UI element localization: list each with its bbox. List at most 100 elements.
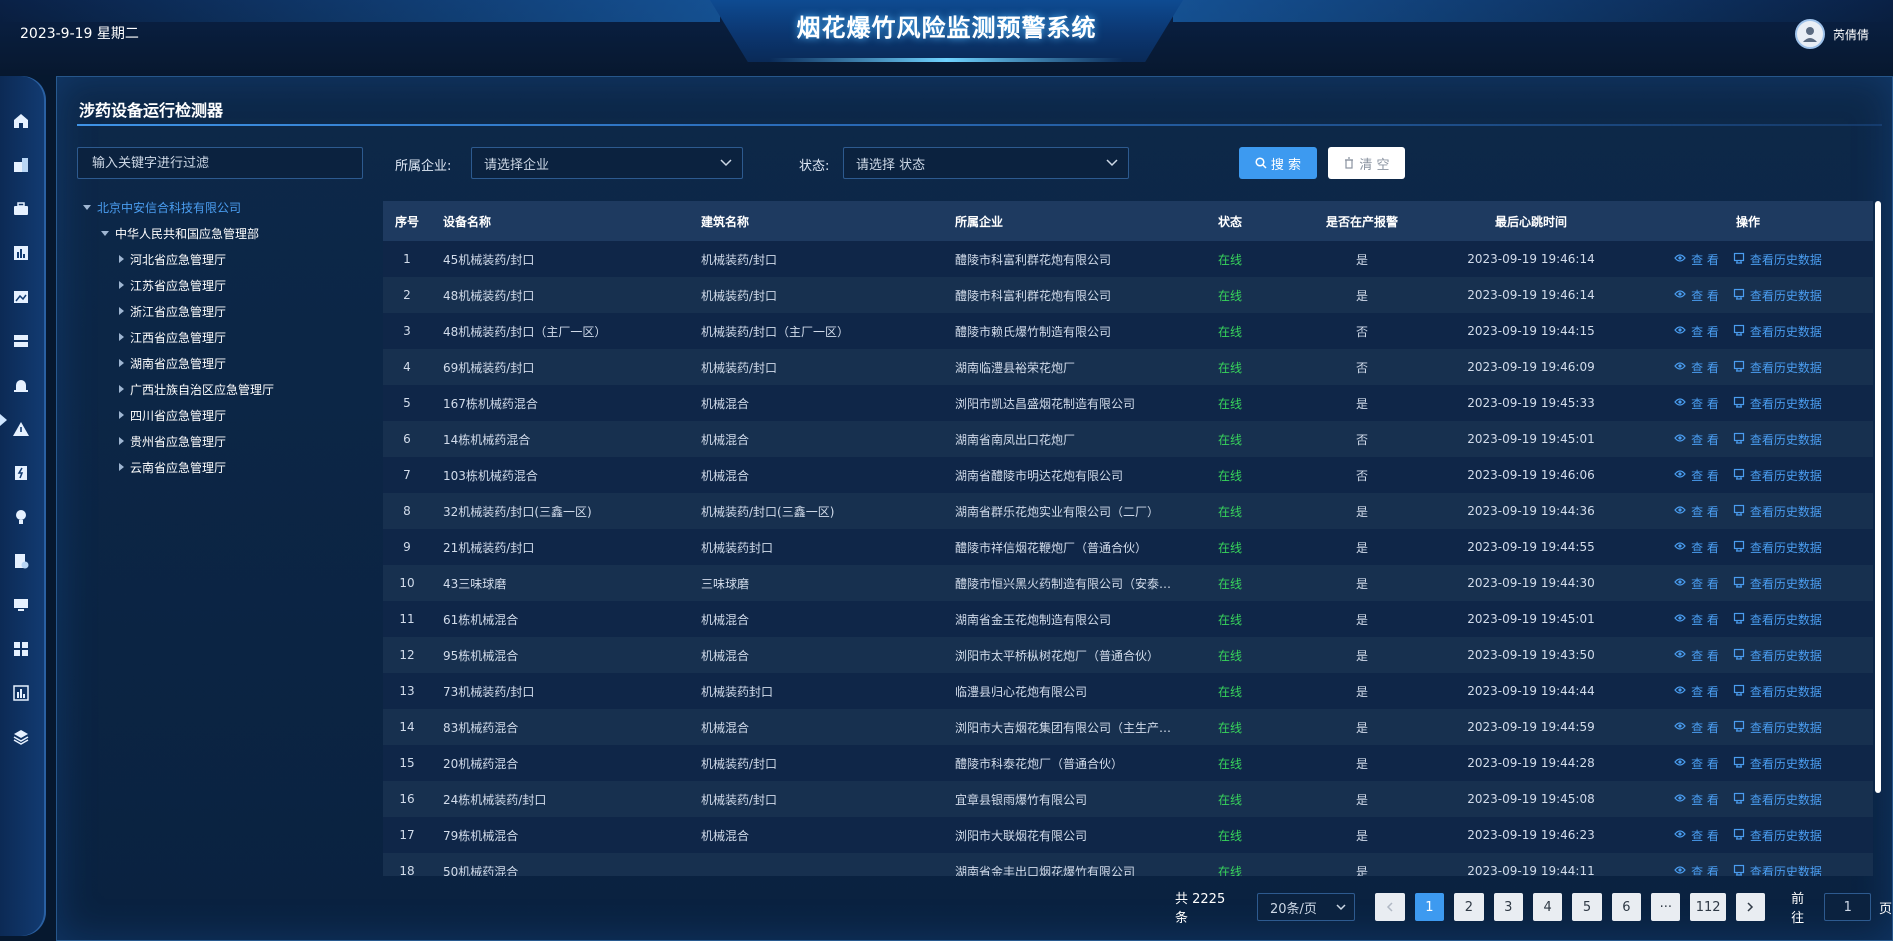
history-link[interactable]: 查看历史数据 — [1733, 755, 1822, 772]
history-link-label: 查看历史数据 — [1749, 360, 1822, 375]
tree-node-level1[interactable]: 中华人民共和国应急管理部 — [101, 223, 259, 243]
view-link[interactable]: 查 看 — [1674, 791, 1719, 808]
history-link[interactable]: 查看历史数据 — [1733, 647, 1822, 664]
home-icon[interactable] — [12, 112, 30, 130]
page-button[interactable]: 4 — [1532, 893, 1563, 921]
view-link[interactable]: 查 看 — [1674, 611, 1719, 628]
caret-right-icon[interactable] — [119, 463, 124, 471]
history-link[interactable]: 查看历史数据 — [1733, 863, 1822, 876]
page-button[interactable]: 1 — [1414, 893, 1445, 921]
avatar[interactable] — [1794, 19, 1825, 49]
view-link[interactable]: 查 看 — [1674, 503, 1719, 520]
page-ellipsis-button[interactable]: ··· — [1651, 893, 1681, 921]
view-link[interactable]: 查 看 — [1674, 431, 1719, 448]
grid-icon[interactable] — [12, 640, 30, 658]
tree-node-child[interactable]: 河北省应急管理厅 — [119, 249, 226, 269]
caret-right-icon[interactable] — [119, 437, 124, 445]
warning-icon[interactable] — [12, 420, 30, 438]
page-button[interactable]: 112 — [1690, 893, 1726, 921]
view-link[interactable]: 查 看 — [1674, 719, 1719, 736]
history-link[interactable]: 查看历史数据 — [1733, 395, 1822, 412]
table-row: 17 79栋机械混合 机械混合 浏阳市大联烟花有限公司 在线 是 2023-09-19 19… — [383, 817, 1873, 853]
tree-node-child[interactable]: 云南省应急管理厅 — [119, 457, 226, 477]
caret-right-icon[interactable] — [119, 281, 124, 289]
history-link[interactable]: 查看历史数据 — [1733, 359, 1822, 376]
history-link[interactable]: 查看历史数据 — [1733, 503, 1822, 520]
page-button[interactable]: 2 — [1454, 893, 1484, 921]
caret-right-icon[interactable] — [119, 385, 124, 393]
view-link[interactable]: 查 看 — [1674, 359, 1719, 376]
cell-enterprise: 醴陵市赖氏爆竹制造有限公司 — [955, 324, 1112, 339]
clear-button[interactable]: 清 空 — [1328, 147, 1405, 179]
page-button[interactable]: 3 — [1493, 893, 1523, 921]
caret-right-icon[interactable] — [119, 255, 124, 263]
cell-building-name: 机械装药/封口 — [701, 756, 778, 771]
tree-filter-input[interactable] — [77, 147, 363, 179]
view-link[interactable]: 查 看 — [1674, 755, 1719, 772]
view-link[interactable]: 查 看 — [1674, 539, 1719, 556]
tree-node-child[interactable]: 贵州省应急管理厅 — [119, 431, 226, 451]
table-scrollbar[interactable] — [1875, 201, 1881, 793]
view-link[interactable]: 查 看 — [1674, 395, 1719, 412]
cell-status: 在线 — [1217, 828, 1242, 843]
cell-actions: 查 看 查看历史数据 — [1623, 359, 1873, 376]
view-link[interactable]: 查 看 — [1674, 251, 1719, 268]
tree-node-child[interactable]: 浙江省应急管理厅 — [119, 301, 226, 321]
caret-right-icon[interactable] — [119, 307, 124, 315]
bar-chart-icon[interactable] — [12, 244, 30, 262]
caret-down-icon[interactable] — [101, 230, 109, 236]
bulb-icon[interactable] — [12, 508, 30, 526]
tree-node-child[interactable]: 四川省应急管理厅 — [119, 405, 226, 425]
history-link[interactable]: 查看历史数据 — [1733, 827, 1822, 844]
doc-check-icon[interactable] — [12, 552, 30, 570]
status-select[interactable]: 请选择 状态 — [843, 147, 1129, 179]
user-menu[interactable]: 芮倩倩 — [1794, 19, 1869, 49]
image-chart-icon[interactable] — [12, 288, 30, 306]
history-link[interactable]: 查看历史数据 — [1733, 323, 1822, 340]
page-jump-input[interactable]: 1 — [1824, 893, 1872, 921]
history-link[interactable]: 查看历史数据 — [1733, 467, 1822, 484]
page-size-select[interactable]: 20条/页 — [1256, 893, 1356, 921]
view-link[interactable]: 查 看 — [1674, 647, 1719, 664]
next-page-button[interactable] — [1735, 893, 1766, 921]
history-link[interactable]: 查看历史数据 — [1733, 791, 1822, 808]
toolbox-icon[interactable] — [12, 200, 30, 218]
history-link[interactable]: 查看历史数据 — [1733, 431, 1822, 448]
layers-icon[interactable] — [12, 728, 30, 746]
tree-node-child[interactable]: 江苏省应急管理厅 — [119, 275, 226, 295]
alarm-light-icon[interactable] — [12, 376, 30, 394]
server-icon[interactable] — [12, 332, 30, 350]
history-link[interactable]: 查看历史数据 — [1733, 287, 1822, 304]
history-link[interactable]: 查看历史数据 — [1733, 251, 1822, 268]
search-button[interactable]: 搜 索 — [1239, 147, 1317, 179]
history-link[interactable]: 查看历史数据 — [1733, 611, 1822, 628]
eye-icon — [1674, 252, 1686, 266]
caret-right-icon[interactable] — [119, 411, 124, 419]
report-icon[interactable] — [12, 464, 30, 482]
history-link[interactable]: 查看历史数据 — [1733, 719, 1822, 736]
page-button[interactable]: 6 — [1611, 893, 1642, 921]
page-button[interactable]: 5 — [1572, 893, 1602, 921]
monitor-icon[interactable] — [12, 596, 30, 614]
view-link[interactable]: 查 看 — [1674, 575, 1719, 592]
caret-right-icon[interactable] — [119, 359, 124, 367]
prev-page-button[interactable] — [1375, 893, 1405, 921]
caret-right-icon[interactable] — [119, 333, 124, 341]
view-link[interactable]: 查 看 — [1674, 863, 1719, 876]
enterprise-select[interactable]: 请选择企业 — [471, 147, 743, 179]
stats-icon[interactable] — [12, 684, 30, 702]
tree-node-child[interactable]: 湖南省应急管理厅 — [119, 353, 226, 373]
history-link[interactable]: 查看历史数据 — [1733, 575, 1822, 592]
building-icon[interactable] — [12, 156, 30, 174]
caret-down-icon[interactable] — [83, 204, 91, 210]
view-link[interactable]: 查 看 — [1674, 287, 1719, 304]
view-link[interactable]: 查 看 — [1674, 467, 1719, 484]
tree-node-child[interactable]: 江西省应急管理厅 — [119, 327, 226, 347]
view-link[interactable]: 查 看 — [1674, 323, 1719, 340]
history-link[interactable]: 查看历史数据 — [1733, 683, 1822, 700]
tree-node-root[interactable]: 北京中安信合科技有限公司 — [83, 197, 241, 217]
view-link[interactable]: 查 看 — [1674, 827, 1719, 844]
history-link[interactable]: 查看历史数据 — [1733, 539, 1822, 556]
view-link[interactable]: 查 看 — [1674, 683, 1719, 700]
tree-node-child[interactable]: 广西壮族自治区应急管理厅 — [119, 379, 274, 399]
